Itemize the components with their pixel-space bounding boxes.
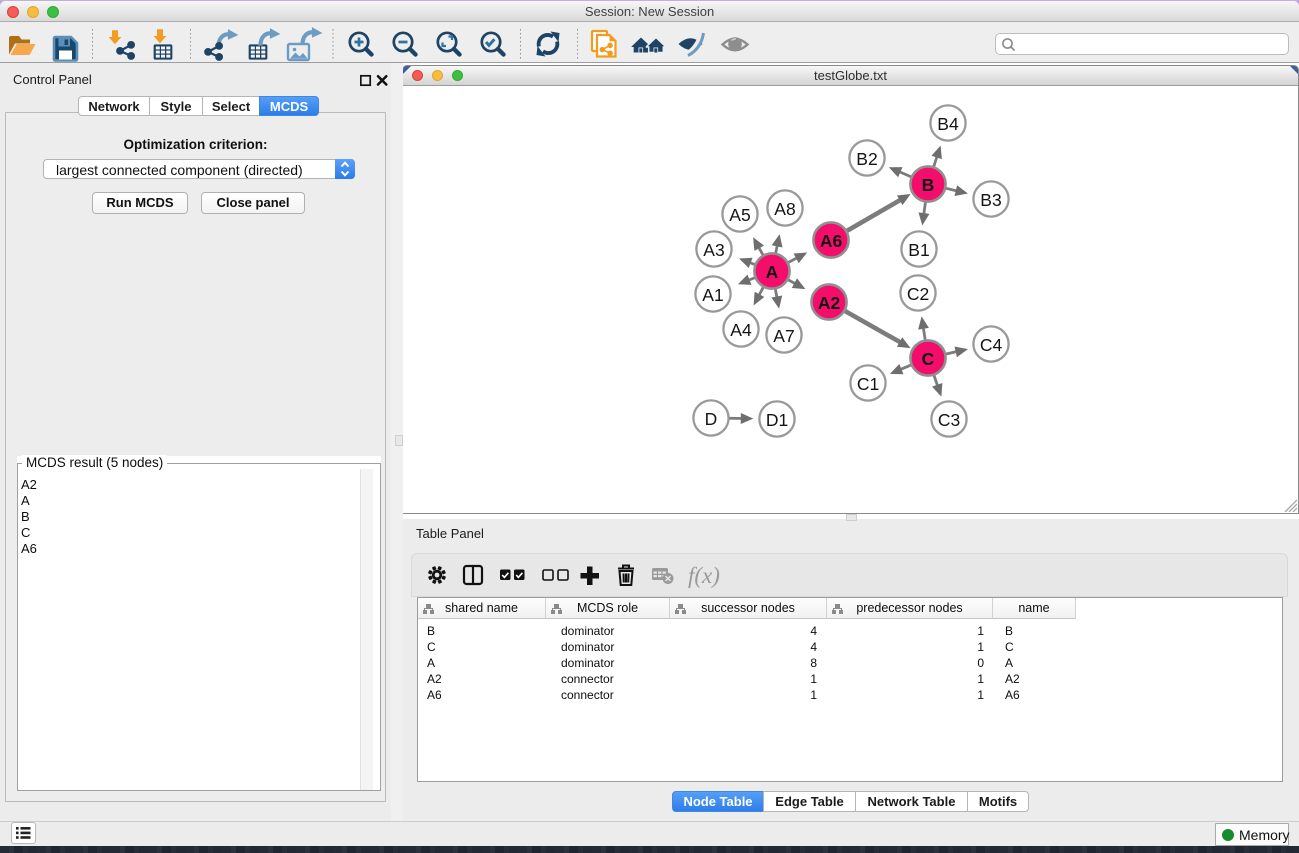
svg-text:C3: C3	[938, 410, 960, 430]
svg-text:B3: B3	[980, 190, 1001, 210]
svg-text:A: A	[766, 262, 779, 282]
svg-text:B1: B1	[908, 240, 929, 260]
svg-text:D1: D1	[766, 410, 788, 430]
svg-text:A7: A7	[773, 326, 794, 346]
svg-text:C: C	[922, 349, 935, 369]
svg-text:C4: C4	[980, 335, 1003, 355]
svg-text:D: D	[705, 409, 718, 429]
svg-text:A2: A2	[818, 293, 841, 313]
svg-text:f(x): f(x)	[688, 563, 720, 588]
svg-text:C2: C2	[907, 284, 929, 304]
svg-text:A3: A3	[703, 240, 724, 260]
svg-text:B2: B2	[856, 149, 877, 169]
svg-text:A6: A6	[820, 231, 843, 251]
svg-text:A4: A4	[730, 320, 752, 340]
svg-text:C1: C1	[857, 374, 879, 394]
svg-text:A1: A1	[702, 285, 723, 305]
svg-text:B: B	[922, 175, 935, 195]
svg-text:A5: A5	[729, 205, 750, 225]
svg-text:B4: B4	[937, 114, 959, 134]
svg-text:A8: A8	[774, 199, 795, 219]
